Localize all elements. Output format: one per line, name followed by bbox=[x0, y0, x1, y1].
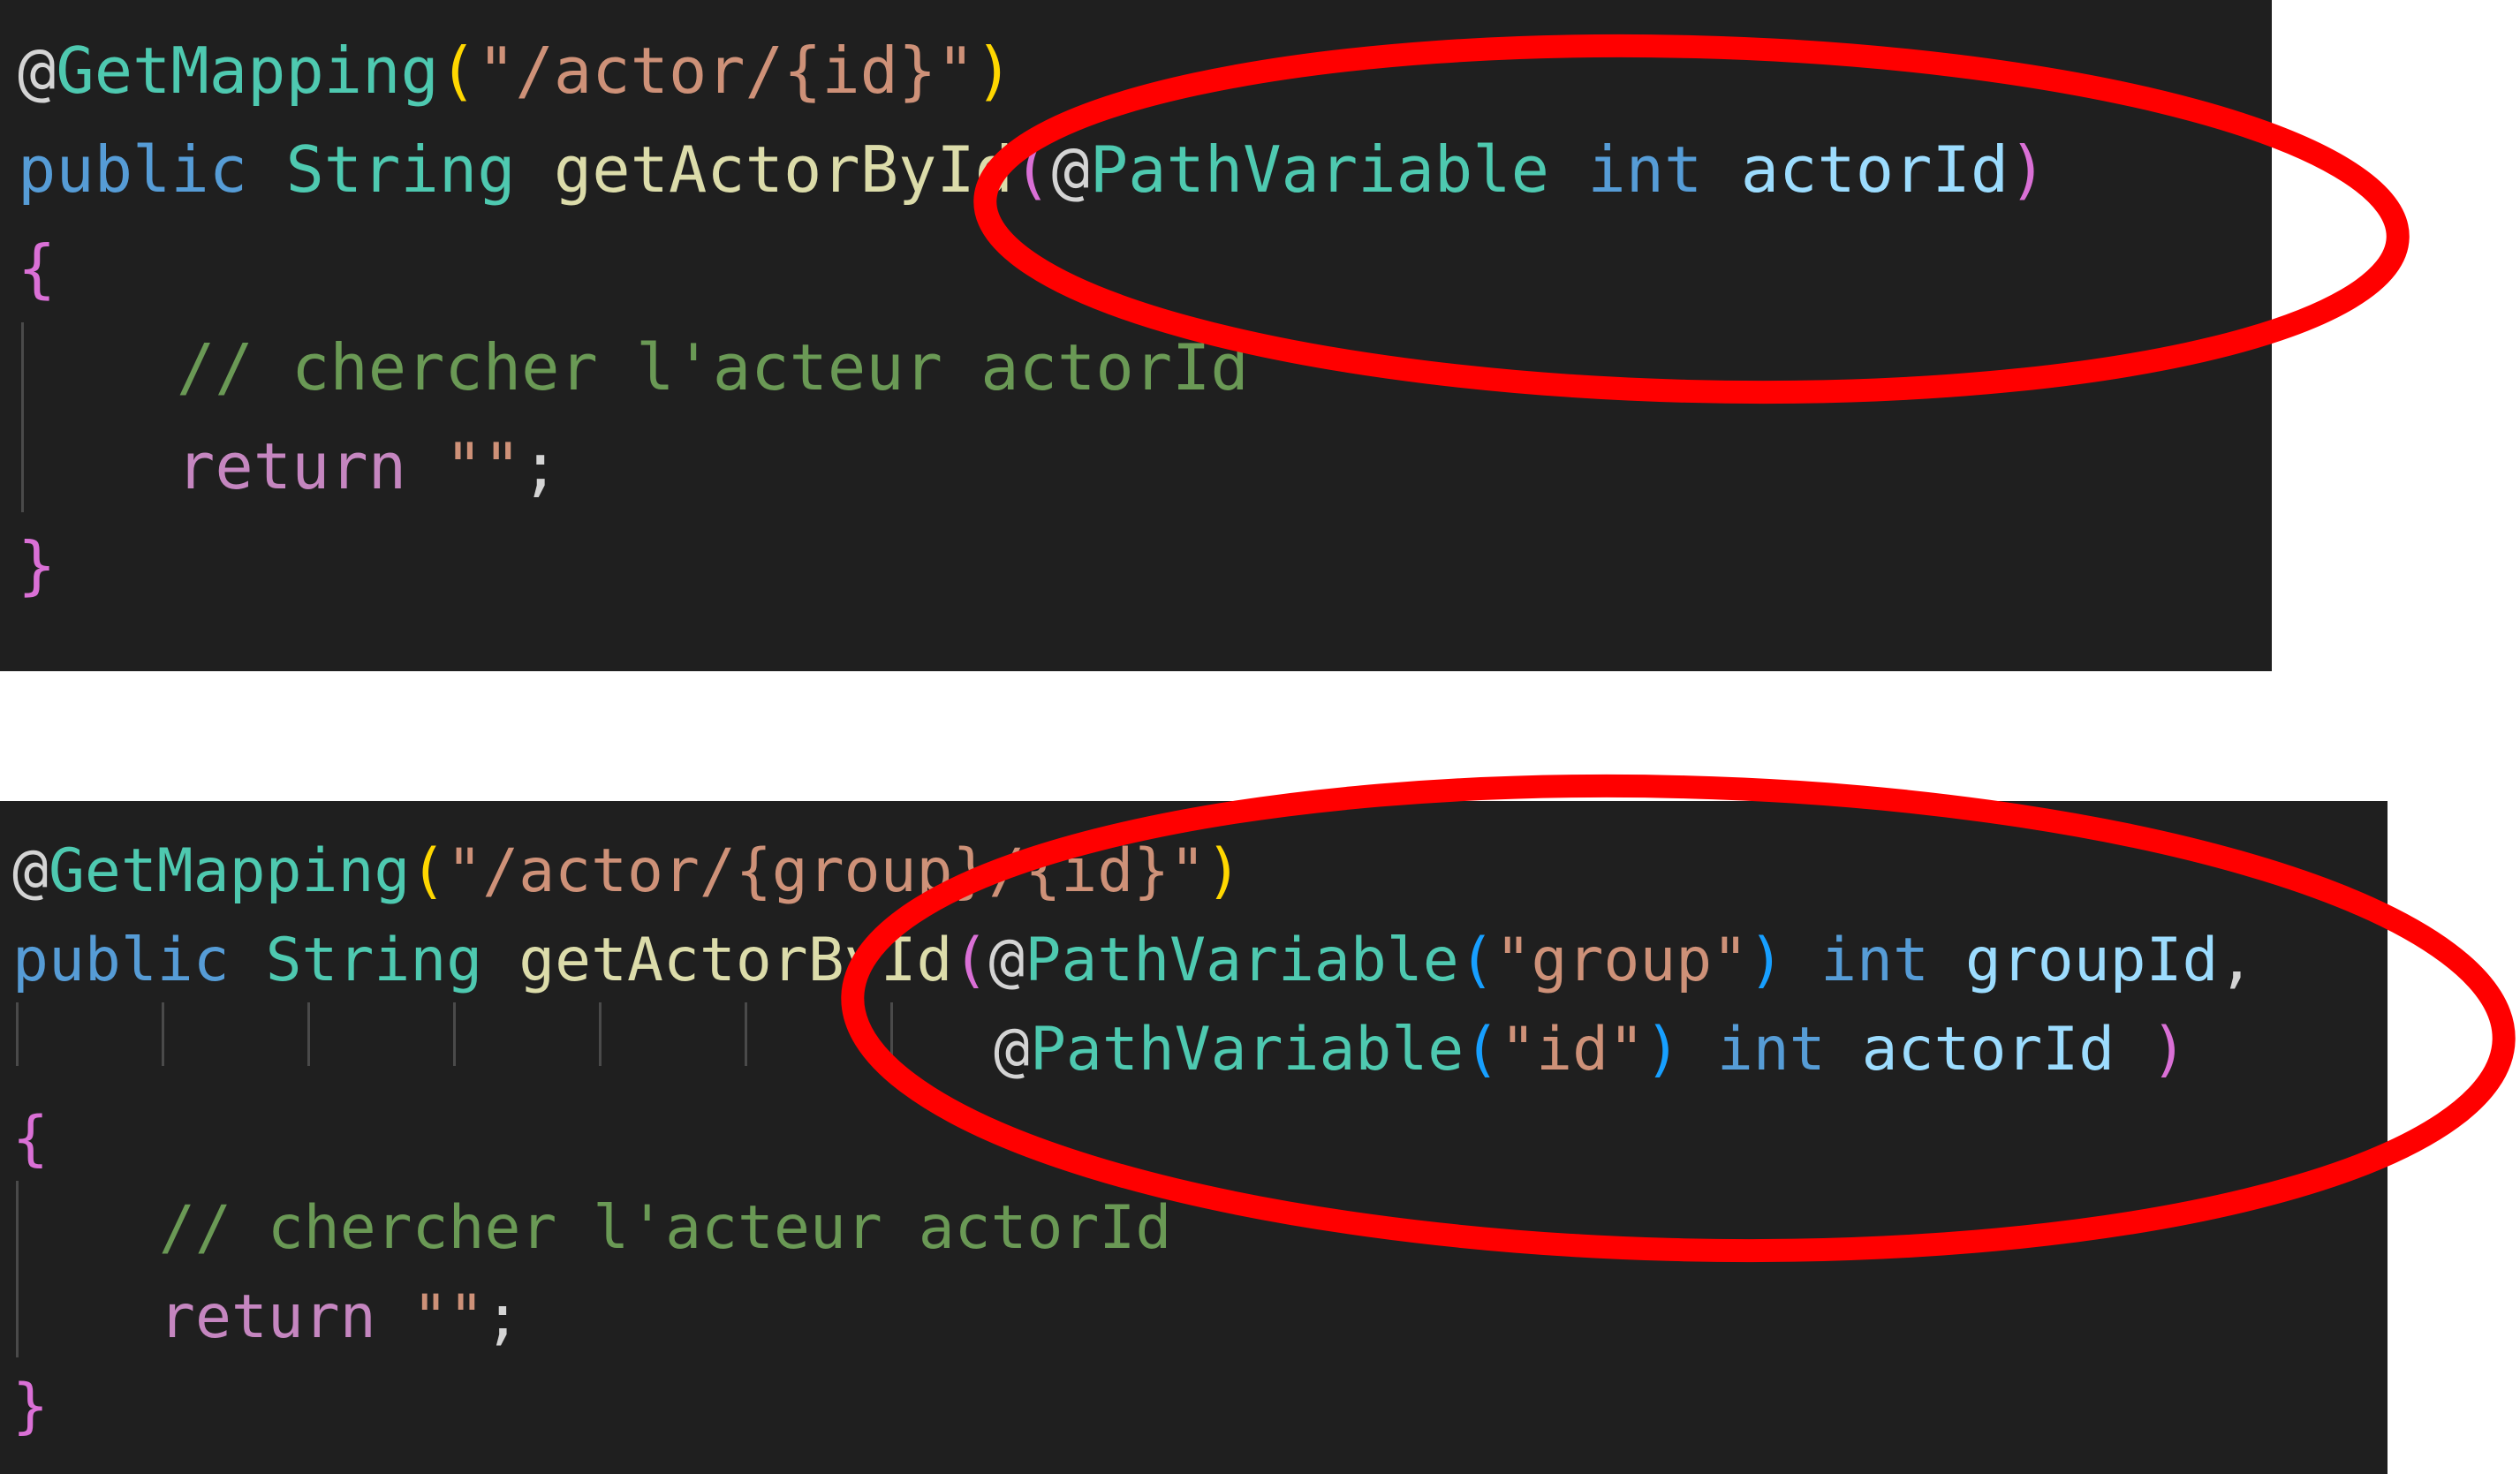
keyword-public: public bbox=[12, 926, 230, 995]
mapping-path-string: "/actor/{id}" bbox=[477, 34, 975, 108]
annotation-pathvariable: PathVariable bbox=[1029, 1015, 1464, 1085]
code-line-3: { bbox=[18, 231, 56, 306]
type-string: String bbox=[285, 132, 516, 207]
code-line-6: } bbox=[18, 528, 56, 602]
code-line-4: // chercher l'acteur actorId bbox=[177, 330, 1249, 404]
paren-close: ) bbox=[2151, 1015, 2188, 1085]
return-value-string: "" bbox=[444, 429, 522, 503]
keyword-public: public bbox=[18, 132, 248, 207]
return-value-string: "" bbox=[412, 1282, 485, 1352]
paren-close: ) bbox=[1748, 926, 1785, 995]
brace-open: { bbox=[12, 1104, 49, 1174]
code-comment: // chercher l'acteur actorId bbox=[159, 1193, 1172, 1263]
code-line-1: @GetMapping("/actor/{group}/{id}") bbox=[12, 836, 1242, 906]
code-line-6: return ""; bbox=[159, 1282, 520, 1352]
indent-guide bbox=[307, 1002, 310, 1066]
code-block: @GetMapping("/actor/{id}") public String… bbox=[0, 0, 2047, 602]
paren-open: ( bbox=[1464, 1015, 1501, 1085]
code-line-4: { bbox=[12, 1104, 49, 1174]
keyword-int: int bbox=[1587, 132, 1703, 207]
mapping-path-string: "/actor/{group}/{id}" bbox=[446, 836, 1207, 906]
paren-open: ( bbox=[1013, 132, 1052, 207]
paren-open: ( bbox=[410, 836, 447, 906]
annotation-pathvariable: PathVariable bbox=[1025, 926, 1459, 995]
method-name: getActorById bbox=[518, 926, 953, 995]
indent-guide bbox=[745, 1002, 747, 1066]
paren-close: ) bbox=[2009, 132, 2047, 207]
code-line-7: } bbox=[12, 1372, 49, 1441]
annotation-getmapping: GetMapping bbox=[56, 34, 439, 108]
type-string: String bbox=[265, 926, 483, 995]
code-snippet-two-path-variables: @GetMapping("/actor/{group}/{id}") publi… bbox=[0, 801, 2388, 1474]
method-name: getActorById bbox=[553, 132, 1014, 207]
at-symbol: @ bbox=[12, 836, 49, 906]
indent-guide bbox=[453, 1002, 456, 1066]
semicolon: ; bbox=[484, 1282, 521, 1352]
paren-open: ( bbox=[1458, 926, 1495, 995]
keyword-return: return bbox=[159, 1282, 376, 1352]
paren-close: ) bbox=[1644, 1015, 1681, 1085]
code-line-1: @GetMapping("/actor/{id}") bbox=[18, 34, 1013, 108]
code-block: @GetMapping("/actor/{group}/{id}") publi… bbox=[0, 801, 2254, 1441]
paren-close: ) bbox=[1206, 836, 1242, 906]
code-snippet-single-path-variable: @GetMapping("/actor/{id}") public String… bbox=[0, 0, 2272, 671]
at-symbol: @ bbox=[18, 34, 57, 108]
at-symbol: @ bbox=[994, 1015, 1030, 1085]
param-groupid: groupId bbox=[1964, 926, 2219, 995]
param-actorid: actorId bbox=[1740, 132, 2009, 207]
annotation-getmapping: GetMapping bbox=[48, 836, 411, 906]
param-actorid: actorId bbox=[1861, 1015, 2115, 1085]
path-variable-name-id: "id" bbox=[1500, 1015, 1645, 1085]
paren-close: ) bbox=[974, 34, 1014, 108]
indent-guide bbox=[162, 1002, 164, 1066]
paren-open: ( bbox=[952, 926, 989, 995]
at-symbol: @ bbox=[988, 926, 1025, 995]
path-variable-name-group: "group" bbox=[1495, 926, 1749, 995]
code-line-3: @PathVariable("id") int actorId ) bbox=[994, 1015, 2187, 1085]
brace-open: { bbox=[18, 231, 57, 306]
keyword-int: int bbox=[1820, 926, 1929, 995]
annotation-pathvariable: PathVariable bbox=[1089, 132, 1549, 207]
keyword-return: return bbox=[177, 429, 407, 503]
keyword-int: int bbox=[1716, 1015, 1826, 1085]
code-line-5: // chercher l'acteur actorId bbox=[159, 1193, 1171, 1263]
code-line-2: public String getActorById(@PathVariable… bbox=[12, 926, 2254, 995]
comma: , bbox=[2218, 926, 2255, 995]
indent-guide bbox=[890, 1002, 893, 1066]
paren-open: ( bbox=[438, 34, 478, 108]
code-line-2: public String getActorById(@PathVariable… bbox=[18, 132, 2047, 207]
brace-close: } bbox=[12, 1372, 49, 1441]
indent-guide bbox=[599, 1002, 602, 1066]
brace-close: } bbox=[18, 528, 57, 602]
code-line-5: return ""; bbox=[177, 429, 560, 503]
at-symbol: @ bbox=[1051, 132, 1090, 207]
semicolon: ; bbox=[521, 429, 560, 503]
code-comment: // chercher l'acteur actorId bbox=[177, 330, 1249, 404]
